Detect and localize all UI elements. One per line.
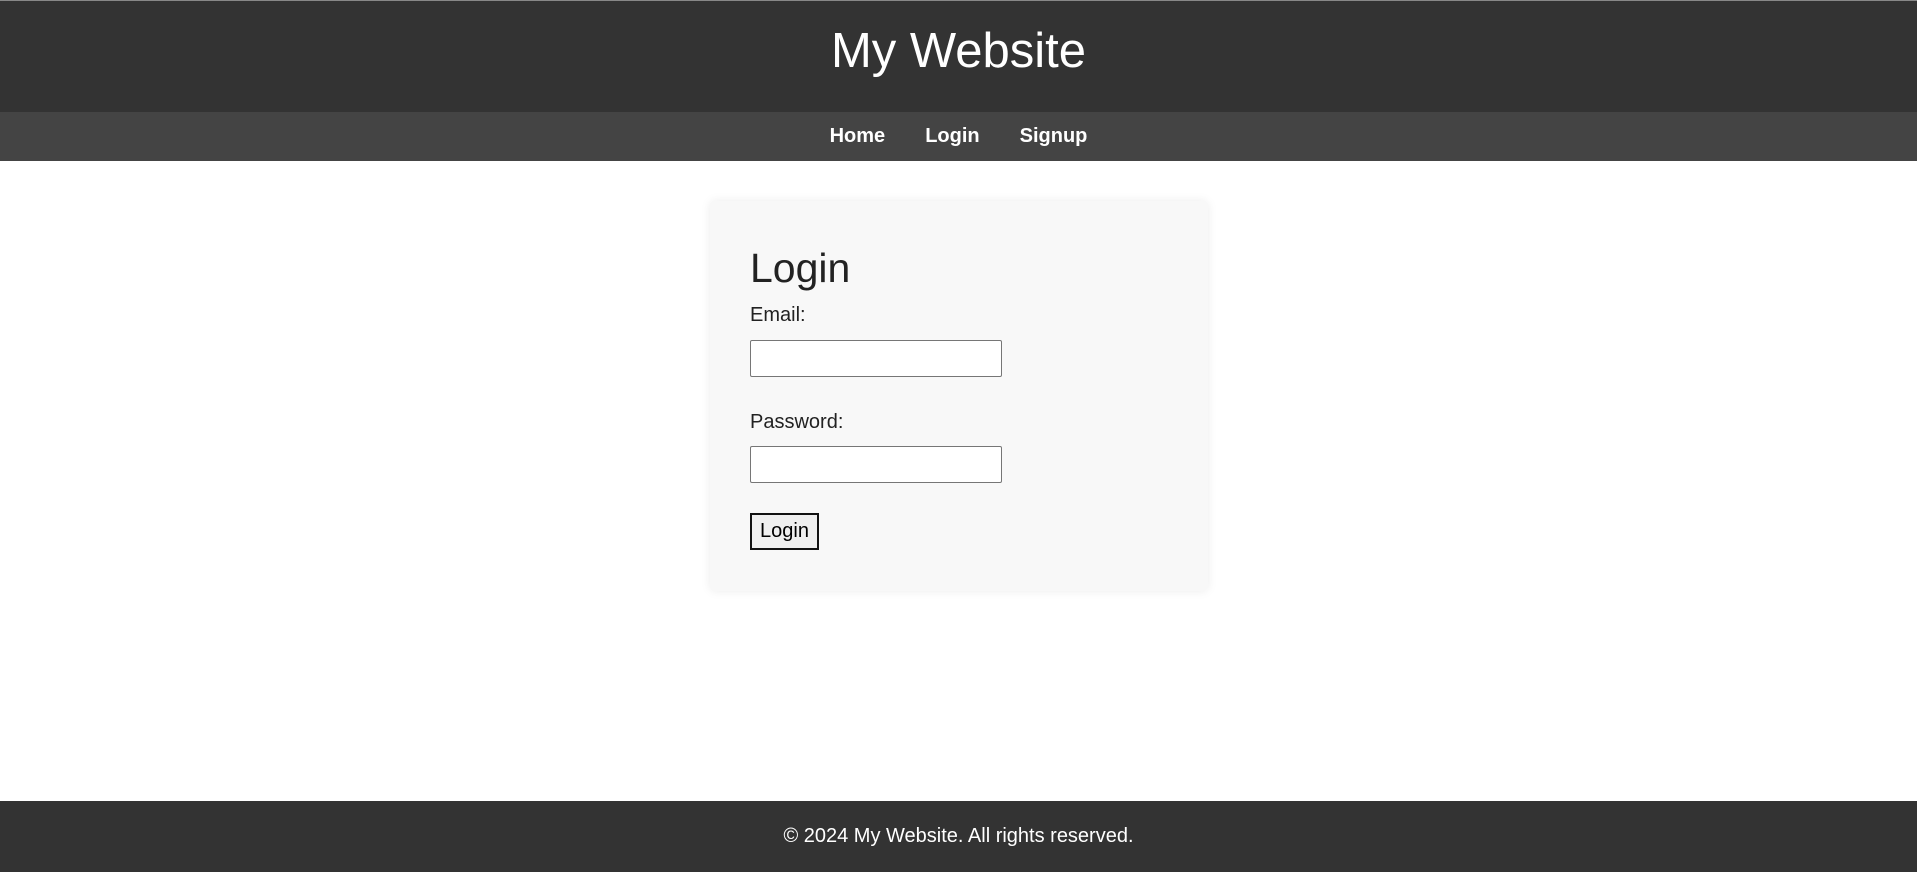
login-card: Login Email: Password: Login [710,201,1208,591]
password-input[interactable] [750,446,1002,483]
page: My Website Home Login Signup Login Email… [0,0,1917,872]
copyright-text: © 2024 My Website. All rights reserved. [783,825,1134,847]
nav-link-signup[interactable]: Signup [1020,112,1088,161]
login-heading: Login [750,245,851,291]
site-title: My Website [830,24,1087,78]
nav-link-home[interactable]: Home [830,112,886,161]
main-nav: Home Login Signup [0,112,1917,161]
email-input[interactable] [750,340,1002,377]
login-button[interactable]: Login [750,513,819,550]
nav-link-login[interactable]: Login [925,112,979,161]
password-label: Password: [750,411,844,433]
email-label: Email: [750,304,806,326]
site-footer: © 2024 My Website. All rights reserved. [0,801,1917,872]
site-header: My Website [0,0,1917,112]
